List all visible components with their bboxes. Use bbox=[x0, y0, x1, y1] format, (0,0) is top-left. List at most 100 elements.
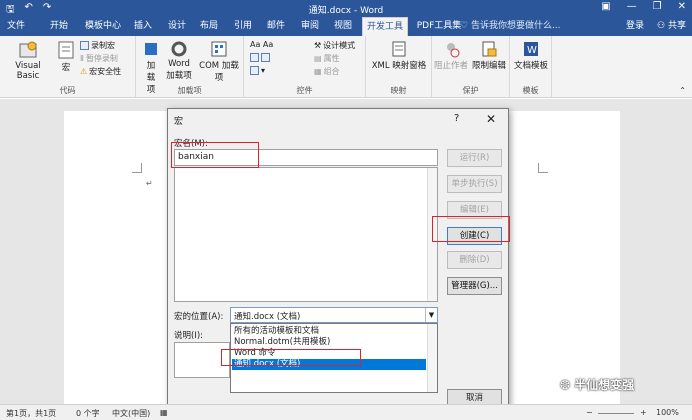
gear-icon bbox=[171, 41, 187, 57]
tab-insert[interactable]: 插入 bbox=[130, 17, 156, 36]
xml-mapping-pane-button[interactable]: XML 映射窗格 bbox=[370, 40, 428, 71]
close-icon[interactable]: ✕ bbox=[678, 1, 686, 12]
login-link[interactable]: 登录 bbox=[626, 17, 644, 36]
macro-button[interactable]: 宏 bbox=[56, 40, 76, 73]
com-addin-icon bbox=[211, 41, 227, 57]
location-option[interactable]: 所有的活动模板和文档 bbox=[232, 326, 426, 337]
lightbulb-icon: ♡ bbox=[460, 21, 471, 31]
dialog-title: 宏 bbox=[174, 117, 184, 127]
tab-design[interactable]: 设计 bbox=[164, 17, 190, 36]
ribbon-options-icon[interactable]: ▣ bbox=[601, 1, 610, 12]
record-macro-button[interactable]: 录制宏 bbox=[80, 40, 115, 51]
ribbon: Visual Basic 宏 录制宏 Ⅱ 暂停录制 ⚠ 宏安全性 代码 加载项 Wo… bbox=[0, 36, 692, 98]
collapse-ribbon-icon[interactable]: ⌃ bbox=[679, 86, 686, 95]
tell-me-box[interactable]: ♡ 告诉我你想要做什么... bbox=[460, 17, 561, 36]
dropdown-scrollbar[interactable] bbox=[427, 324, 437, 392]
restore-icon[interactable]: ❐ bbox=[653, 1, 662, 12]
language-status[interactable]: 中文(中国) bbox=[112, 408, 150, 419]
record-icon bbox=[80, 41, 89, 50]
zoom-level[interactable]: 100% bbox=[656, 408, 679, 417]
tab-template-center[interactable]: 模板中心 bbox=[82, 17, 124, 36]
highlight-create-button bbox=[432, 216, 510, 242]
tab-pdf-tools[interactable]: PDF工具集 bbox=[414, 17, 464, 36]
tab-review[interactable]: 审阅 bbox=[297, 17, 323, 36]
margin-mark-left bbox=[132, 163, 142, 173]
minimize-icon[interactable]: — bbox=[627, 1, 637, 12]
rich-text-control[interactable]: Aa Aa bbox=[250, 40, 273, 49]
xml-pane-icon bbox=[392, 41, 406, 57]
combo-icon bbox=[261, 53, 270, 62]
zoom-slider[interactable] bbox=[598, 413, 634, 414]
person-icon: ⚇ bbox=[657, 21, 668, 31]
checkbox-control[interactable] bbox=[250, 53, 270, 62]
zoom-out-icon[interactable]: − bbox=[586, 408, 593, 417]
delete-button[interactable]: 删除(D) bbox=[447, 251, 502, 269]
group-protect: 阻止作者 限制编辑 保护 bbox=[432, 36, 510, 98]
ribbon-tabs: 文件 开始 模板中心 插入 设计 布局 引用 邮件 审阅 视图 开发工具 PDF… bbox=[0, 17, 692, 36]
group-addins: 加载项 Word 加载项 COM 加载项 加载项 bbox=[136, 36, 244, 98]
addin-cube-icon bbox=[145, 43, 157, 55]
help-icon[interactable]: ? bbox=[454, 113, 459, 124]
word-count[interactable]: 0 个字 bbox=[76, 408, 100, 419]
tab-view[interactable]: 视图 bbox=[330, 17, 356, 36]
macro-location-select[interactable]: 通知.docx (文档) ▼ bbox=[230, 307, 438, 323]
window-controls: ▣ — ❐ ✕ bbox=[601, 1, 686, 12]
legacy-tools[interactable]: ▾ bbox=[250, 66, 265, 75]
watermark: ❂ 半仙想变强 bbox=[560, 378, 635, 392]
svg-text:W: W bbox=[527, 45, 537, 56]
chevron-down-icon[interactable]: ▼ bbox=[425, 308, 437, 322]
page-count[interactable]: 第1页，共1页 bbox=[6, 408, 56, 419]
group-code: Visual Basic 宏 录制宏 Ⅱ 暂停录制 ⚠ 宏安全性 代码 bbox=[0, 36, 136, 98]
checkbox-icon bbox=[250, 53, 259, 62]
tab-developer[interactable]: 开发工具 bbox=[362, 17, 408, 36]
com-addins-button[interactable]: COM 加载项 bbox=[196, 40, 242, 83]
tab-file[interactable]: 文件 bbox=[0, 17, 32, 36]
group-templates: W 文档模板 模板 bbox=[510, 36, 552, 98]
block-authors-button[interactable]: 阻止作者 bbox=[434, 40, 468, 71]
highlight-selected-location bbox=[221, 349, 361, 366]
macro-security-button[interactable]: ⚠ 宏安全性 bbox=[80, 66, 121, 77]
properties-button[interactable]: ▤ 属性 bbox=[314, 53, 340, 64]
highlight-macro-name bbox=[171, 142, 259, 168]
design-mode-icon: ⚒ bbox=[314, 41, 322, 50]
pause-icon: Ⅱ bbox=[80, 54, 84, 63]
warning-icon: ⚠ bbox=[80, 67, 88, 76]
organizer-button[interactable]: 管理器(G)... bbox=[447, 277, 502, 295]
status-bar: 第1页，共1页 0 个字 中文(中国) ▦ − + 100% bbox=[0, 404, 692, 420]
title-bar: 🖫 ↶ ↷ 通知.docx - Word ▣ — ❐ ✕ bbox=[0, 0, 692, 17]
run-button[interactable]: 运行(R) bbox=[447, 149, 502, 167]
wechat-icon: ❂ bbox=[560, 378, 575, 392]
visual-basic-button[interactable]: Visual Basic bbox=[4, 40, 52, 81]
tab-layout[interactable]: 布局 bbox=[196, 17, 222, 36]
dropdown-arrow-icon: ▾ bbox=[261, 66, 266, 75]
text-control-icon: Aa Aa bbox=[250, 40, 274, 49]
group-mapping: XML 映射窗格 映射 bbox=[366, 36, 432, 98]
macro-location-label: 宏的位置(A): bbox=[174, 312, 224, 322]
share-button[interactable]: ⚇ 共享 bbox=[657, 17, 686, 36]
location-option[interactable]: Normal.dotm(共用模板) bbox=[232, 337, 426, 348]
zoom-in-icon[interactable]: + bbox=[640, 408, 647, 417]
macro-icon bbox=[58, 41, 74, 59]
group-button[interactable]: ▦ 组合 bbox=[314, 66, 340, 77]
word-addins-button[interactable]: Word 加载项 bbox=[164, 40, 194, 81]
paragraph-mark: ↵ bbox=[146, 179, 153, 188]
properties-icon: ▤ bbox=[314, 54, 322, 63]
tab-home[interactable]: 开始 bbox=[46, 17, 72, 36]
pause-recording-button[interactable]: Ⅱ 暂停录制 bbox=[80, 53, 118, 64]
group-controls: Aa Aa ▾ ⚒ 设计模式 ▤ 属性 ▦ 组合 控件 bbox=[244, 36, 366, 98]
block-authors-icon bbox=[447, 43, 460, 58]
design-mode-button[interactable]: ⚒ 设计模式 bbox=[314, 40, 355, 51]
restrict-editing-button[interactable]: 限制编辑 bbox=[470, 40, 508, 71]
legacy-tools-icon bbox=[250, 66, 259, 75]
description-label: 说明(I): bbox=[174, 331, 204, 341]
close-icon[interactable]: ✕ bbox=[486, 112, 496, 126]
margin-mark-right bbox=[538, 163, 548, 173]
tab-mailings[interactable]: 邮件 bbox=[263, 17, 289, 36]
group-icon: ▦ bbox=[314, 67, 322, 76]
tab-references[interactable]: 引用 bbox=[230, 17, 256, 36]
step-into-button[interactable]: 单步执行(S) bbox=[447, 175, 502, 193]
document-template-button[interactable]: W 文档模板 bbox=[512, 40, 550, 71]
lock-doc-icon bbox=[482, 41, 497, 57]
macro-list[interactable] bbox=[174, 167, 438, 302]
proofing-icon[interactable]: ▦ bbox=[160, 408, 168, 417]
